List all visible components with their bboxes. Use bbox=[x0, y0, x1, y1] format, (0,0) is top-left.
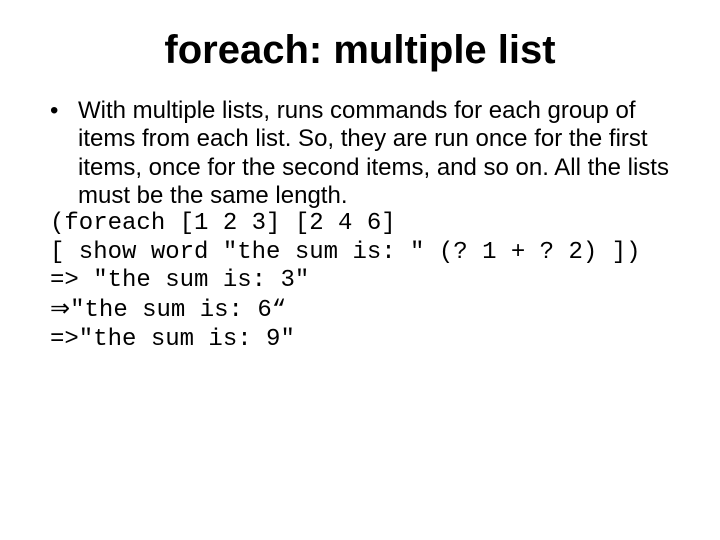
output-line-1: => "the sum is: 3" bbox=[50, 267, 670, 295]
code-line-1: (foreach [1 2 3] [2 4 6] bbox=[50, 210, 670, 238]
double-arrow-icon: ⇒ bbox=[50, 295, 70, 323]
slide: foreach: multiple list With multiple lis… bbox=[0, 0, 720, 540]
slide-title: foreach: multiple list bbox=[50, 28, 670, 73]
output-line-3: =>"the sum is: 9" bbox=[50, 326, 670, 354]
output-line-2-text: "the sum is: 6“ bbox=[70, 297, 286, 325]
bullet-item: With multiple lists, runs commands for e… bbox=[50, 97, 670, 210]
output-line-2: ⇒"the sum is: 6“ bbox=[50, 295, 670, 325]
code-line-2: [ show word "the sum is: " (? 1 + ? 2) ]… bbox=[50, 239, 670, 267]
slide-body: With multiple lists, runs commands for e… bbox=[50, 97, 670, 354]
